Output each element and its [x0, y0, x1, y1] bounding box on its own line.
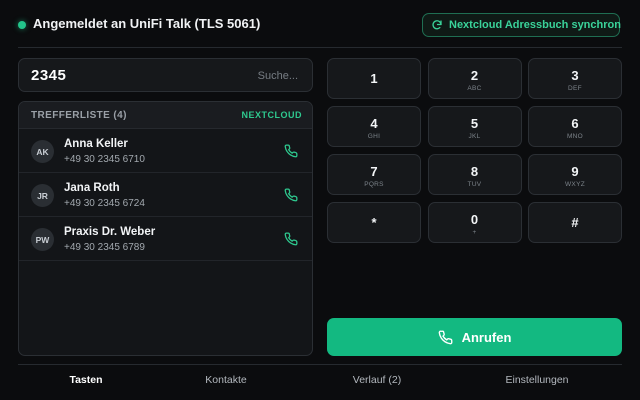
dial-keypad: 1 2 ABC 3 DEF 4 GHI 5 JKL 6 MNO 7 PQRS 8 TUV 9 WXYZ * 0 + # [327, 58, 622, 244]
key-digit: 1 [370, 71, 378, 86]
keypad-key[interactable]: 8 TUV [427, 154, 522, 195]
phone-icon[interactable] [284, 232, 298, 246]
keypad-key[interactable]: 7 PQRS [327, 154, 421, 195]
avatar: JR [31, 184, 54, 207]
phone-icon[interactable] [284, 188, 298, 202]
key-digit: 5 [470, 116, 479, 131]
contact-number: +49 30 2345 6710 [64, 154, 145, 165]
result-source-badge: NEXTCLOUD [241, 110, 302, 120]
tab-einstellungen[interactable]: Einstellungen [505, 374, 568, 386]
bottom-tab-bar: Tasten Kontakte Verlauf (2) Einstellungen [18, 365, 622, 400]
connection-status-dot [18, 21, 26, 29]
contact-number: +49 30 2345 6789 [64, 242, 145, 253]
tab-tasten[interactable]: Tasten [69, 374, 102, 386]
keypad-key[interactable]: 6 MNO [528, 106, 622, 147]
keypad-key[interactable]: # [528, 202, 622, 243]
contact-row[interactable]: AK Anna Keller +49 30 2345 6710 [19, 129, 312, 173]
contact-row[interactable]: JR Jana Roth +49 30 2345 6724 [19, 173, 312, 217]
key-digit: 0 [470, 212, 479, 227]
addressbook-sync-button[interactable]: Nextcloud Adressbuch synchron [422, 13, 621, 37]
keypad-key[interactable]: 9 WXYZ [528, 154, 622, 195]
key-letters: WXYZ [565, 181, 585, 188]
key-letters: MNO [566, 133, 584, 140]
key-digit: * [371, 215, 377, 230]
connection-status-text: Angemeldet an UniFi Talk (TLS 5061) [33, 16, 261, 31]
refresh-icon [432, 20, 442, 30]
tab-verlauf-2[interactable]: Verlauf (2) [353, 374, 401, 386]
key-letters: TUV [467, 181, 482, 188]
key-digit: 2 [470, 68, 479, 83]
key-letters: + [472, 229, 477, 236]
search-hint: Suche... [257, 70, 298, 82]
sync-status-label: Nextcloud Adressbuch synchron [449, 19, 621, 31]
key-letters: GHI [367, 133, 381, 140]
key-digit: 8 [470, 164, 479, 179]
search-field: Suche... [18, 58, 313, 92]
result-list-header: TREFFERLISTE (4) NEXTCLOUD [19, 102, 312, 129]
call-button-label: Anrufen [461, 329, 512, 345]
tab-kontakte[interactable]: Kontakte [205, 374, 246, 386]
key-digit: 3 [571, 68, 579, 83]
avatar: PW [31, 228, 54, 251]
key-digit: 9 [571, 164, 579, 179]
keypad-key[interactable]: 2 ABC [427, 58, 522, 99]
key-letters: PQRS [364, 181, 384, 188]
result-list-panel: TREFFERLISTE (4) NEXTCLOUD AK Anna Keller… [18, 101, 313, 356]
key-digit: 7 [370, 164, 378, 179]
avatar: AK [31, 140, 54, 163]
key-digit: 6 [571, 116, 579, 131]
key-letters: DEF [568, 85, 582, 92]
top-bar: Angemeldet an UniFi Talk (TLS 5061) Next… [0, 0, 640, 48]
keypad-key[interactable]: * [327, 202, 421, 243]
key-digit: # [571, 215, 579, 230]
keypad-key[interactable]: 0 + [427, 202, 522, 243]
contact-name: Praxis Dr. Weber [64, 226, 156, 238]
phone-icon [438, 330, 453, 344]
key-letters: JKL [468, 133, 481, 140]
phone-icon[interactable] [284, 144, 298, 158]
key-letters: ABC [467, 85, 482, 92]
contact-name: Anna Keller [64, 138, 128, 150]
key-digit: 4 [370, 116, 378, 131]
contact-number: +49 30 2345 6724 [64, 198, 145, 209]
contact-row[interactable]: PW Praxis Dr. Weber +49 30 2345 6789 [19, 217, 312, 261]
contact-list: AK Anna Keller +49 30 2345 6710 JR Jana Roth… [19, 129, 312, 261]
contact-name: Jana Roth [64, 182, 120, 194]
header-divider [18, 47, 622, 48]
keypad-key[interactable]: 3 DEF [528, 58, 622, 99]
call-button[interactable]: Anrufen [327, 318, 622, 356]
keypad-key[interactable]: 5 JKL [427, 106, 522, 147]
result-list-title: TREFFERLISTE (4) [31, 109, 127, 121]
keypad-key[interactable]: 1 [327, 58, 421, 99]
keypad-key[interactable]: 4 GHI [327, 106, 421, 147]
